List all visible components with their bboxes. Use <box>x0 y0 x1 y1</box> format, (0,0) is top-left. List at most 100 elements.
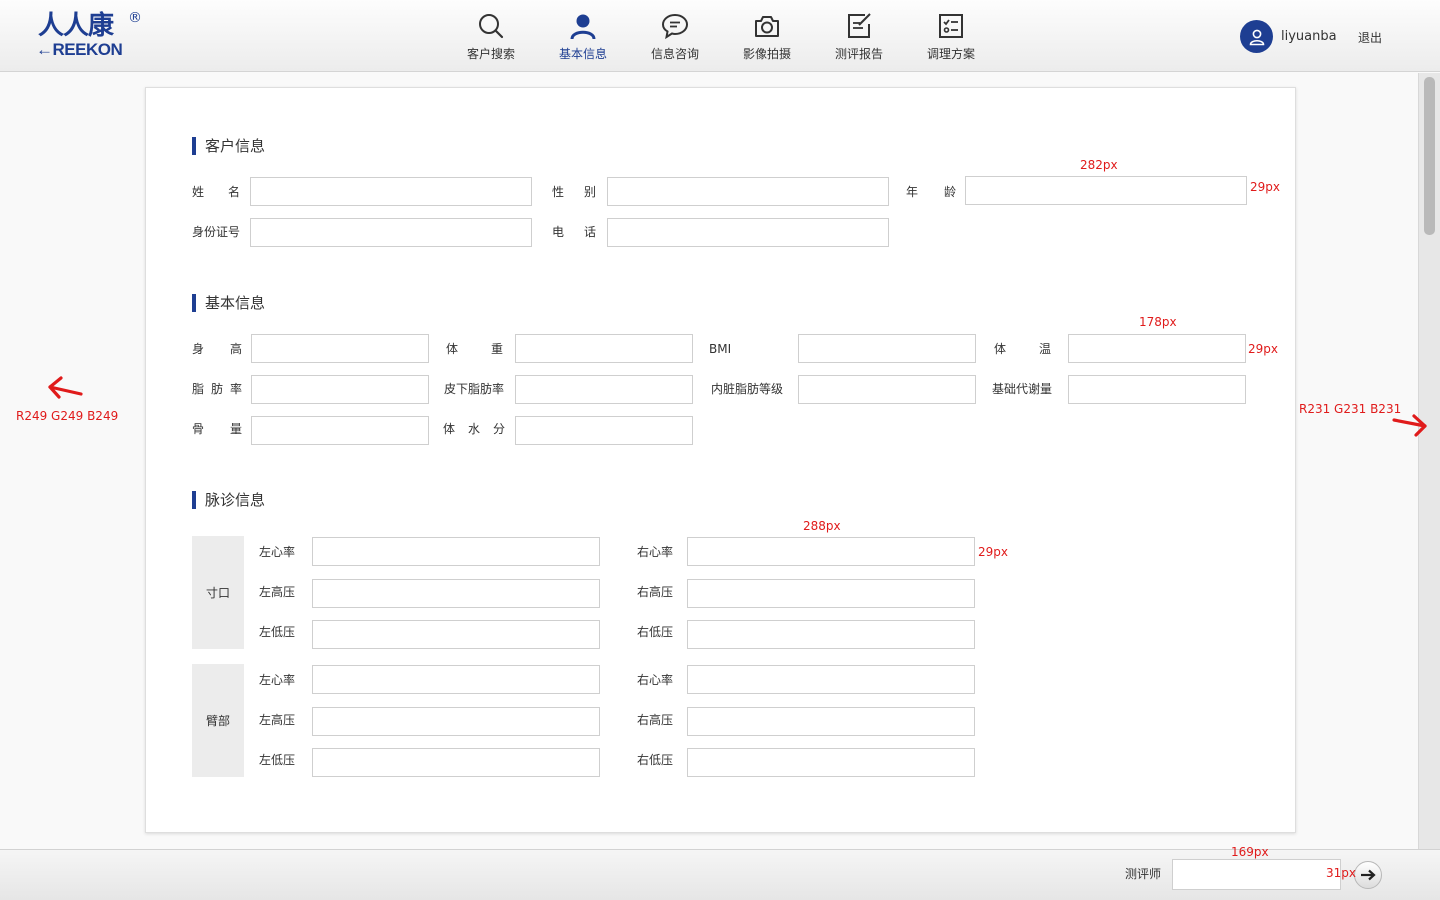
name-input[interactable] <box>250 177 532 206</box>
left-heart-rate-label: 左心率 <box>259 673 296 687</box>
arm-left-heart-rate-input[interactable] <box>312 665 600 694</box>
bone-mass-label: 骨 量 <box>192 422 242 436</box>
subcutaneous-fat-label: 皮下脂肪率 <box>444 382 505 396</box>
gender-label: 性 别 <box>552 185 596 199</box>
age-input[interactable] <box>965 176 1247 205</box>
arm-right-systolic-input[interactable] <box>687 707 975 736</box>
annotation-bg-left-color: R249 G249 B249 <box>16 409 119 423</box>
section-title-customer: 客户信息 <box>192 137 265 155</box>
right-systolic-label: 右高压 <box>637 713 674 727</box>
vertical-scrollbar[interactable] <box>1418 73 1440 849</box>
id-number-input[interactable] <box>250 218 532 247</box>
arm-left-diastolic-input[interactable] <box>312 748 600 777</box>
annotation-height-29: 29px <box>978 545 1008 559</box>
section-title-pulse: 脉诊信息 <box>192 491 265 509</box>
left-heart-rate-label: 左心率 <box>259 545 296 559</box>
bottom-bar: 测评师 <box>0 849 1440 900</box>
user-menu[interactable]: liyuanba <box>1240 20 1337 53</box>
nav-label: 基本信息 <box>558 47 607 61</box>
nav-label: 影像拍摄 <box>742 47 791 61</box>
left-systolic-label: 左高压 <box>259 713 296 727</box>
annotation-arrow-left-icon <box>48 376 83 399</box>
bmi-label: BMI <box>709 342 732 356</box>
scrollbar-thumb[interactable] <box>1424 77 1435 235</box>
evaluator-label: 测评师 <box>1125 867 1162 881</box>
report-edit-icon <box>848 13 871 38</box>
nav-item-info-consult[interactable]: 信息咨询 <box>629 0 721 72</box>
height-input[interactable] <box>251 334 429 363</box>
right-heart-rate-label: 右心率 <box>637 545 674 559</box>
reekon-logo[interactable]: 人人康 ® ←REEKON <box>36 10 148 60</box>
main-form-card: 客户信息 姓 名 性 别 年 龄 身份证号 电 话 基本信息 身 高 体 重 B… <box>145 87 1296 833</box>
visceral-fat-label: 内脏脂肪等级 <box>711 382 784 396</box>
cunkou-right-systolic-input[interactable] <box>687 579 975 608</box>
avatar <box>1240 20 1273 53</box>
arrow-right-icon <box>1361 869 1376 881</box>
pulse-group-arm: 臂部 <box>192 664 244 777</box>
logo-registered-mark: ® <box>128 10 142 26</box>
nav-item-customer-search[interactable]: 客户搜索 <box>445 0 537 72</box>
body-water-input[interactable] <box>515 416 693 445</box>
body-fat-input[interactable] <box>251 375 429 404</box>
nav-label: 测评报告 <box>834 47 883 61</box>
cunkou-left-systolic-input[interactable] <box>312 579 600 608</box>
arm-left-systolic-input[interactable] <box>312 707 600 736</box>
nav-item-basic-info[interactable]: 基本信息 <box>537 0 629 72</box>
phone-input[interactable] <box>607 218 889 247</box>
right-heart-rate-label: 右心率 <box>637 673 674 687</box>
nav-item-care-plan[interactable]: 调理方案 <box>905 0 997 72</box>
age-label: 年 龄 <box>906 185 956 199</box>
nav-label: 调理方案 <box>926 47 975 61</box>
nav-item-assessment-report[interactable]: 测评报告 <box>813 0 905 72</box>
annotation-width-178: 178px <box>1139 315 1177 329</box>
camera-icon <box>755 16 779 37</box>
left-diastolic-label: 左低压 <box>259 753 296 767</box>
visceral-fat-input[interactable] <box>798 375 976 404</box>
cunkou-right-heart-rate-input[interactable] <box>687 537 975 566</box>
annotation-width-288: 288px <box>803 519 841 533</box>
logo-english-word: REEKON <box>52 40 123 59</box>
annotation-arrow-right-icon <box>1392 414 1427 437</box>
chat-bubble-icon <box>661 13 689 40</box>
cunkou-left-heart-rate-input[interactable] <box>312 537 600 566</box>
nav-item-imaging[interactable]: 影像拍摄 <box>721 0 813 72</box>
phone-label: 电 话 <box>552 225 596 239</box>
evaluator-input[interactable] <box>1172 859 1341 890</box>
weight-input[interactable] <box>515 334 693 363</box>
left-systolic-label: 左高压 <box>259 585 296 599</box>
name-label: 姓 名 <box>192 185 240 199</box>
bmi-input[interactable] <box>798 334 976 363</box>
subcutaneous-fat-input[interactable] <box>515 375 693 404</box>
right-diastolic-label: 右低压 <box>637 753 674 767</box>
logo-english-text: ←REEKON <box>36 40 123 59</box>
main-nav: 客户搜索 基本信息 信息咨询 影像拍摄 测评报告 调理方案 <box>445 0 997 72</box>
body-water-label: 体水分 <box>443 422 505 436</box>
user-icon <box>570 14 596 40</box>
annotation-bg-right-color: R231 G231 B231 <box>1299 402 1402 416</box>
annotation-width-282: 282px <box>1080 158 1118 172</box>
temperature-input[interactable] <box>1068 334 1246 363</box>
logo-chinese-text: 人人康 <box>38 11 114 41</box>
right-diastolic-label: 右低压 <box>637 625 674 639</box>
cunkou-left-diastolic-input[interactable] <box>312 620 600 649</box>
next-button[interactable] <box>1354 861 1382 889</box>
annotation-height-31: 31px <box>1326 866 1356 880</box>
body-fat-label: 脂肪率 <box>192 382 242 396</box>
right-systolic-label: 右高压 <box>637 585 674 599</box>
username: liyuanba <box>1281 29 1337 44</box>
gender-input[interactable] <box>607 177 889 206</box>
top-header: 人人康 ® ←REEKON 客户搜索 基本信息 信息咨询 影像拍摄 测评报告 调… <box>0 0 1440 72</box>
search-icon <box>479 14 504 39</box>
bmr-input[interactable] <box>1068 375 1246 404</box>
height-label: 身 高 <box>192 342 242 356</box>
bone-mass-input[interactable] <box>251 416 429 445</box>
cunkou-right-diastolic-input[interactable] <box>687 620 975 649</box>
id-number-label: 身份证号 <box>192 225 241 239</box>
section-title-basic: 基本信息 <box>192 294 265 312</box>
nav-label: 客户搜索 <box>466 47 515 61</box>
nav-label: 信息咨询 <box>650 47 699 61</box>
arm-right-heart-rate-input[interactable] <box>687 665 975 694</box>
logout-link[interactable]: 退出 <box>1358 29 1382 46</box>
weight-label: 体 重 <box>446 342 503 356</box>
arm-right-diastolic-input[interactable] <box>687 748 975 777</box>
